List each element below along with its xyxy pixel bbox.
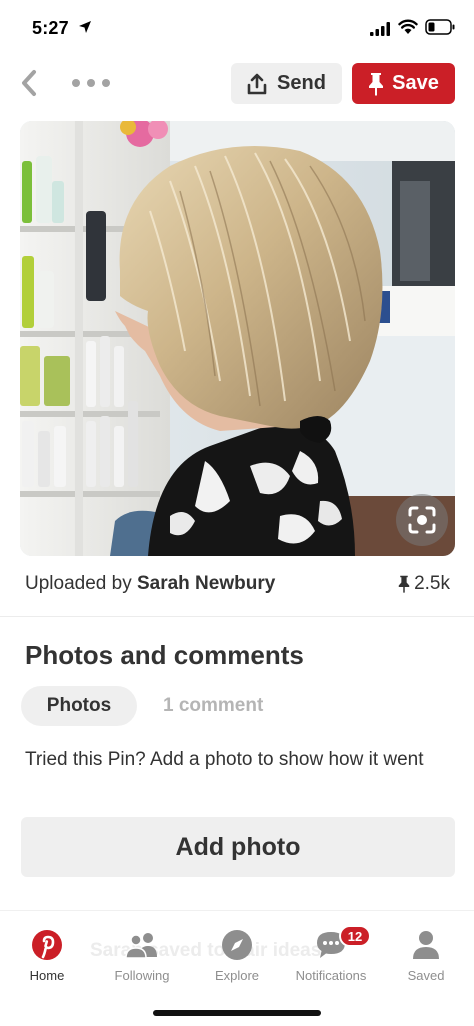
status-bar: 5:27 (0, 0, 474, 56)
status-time: 5:27 (32, 18, 69, 38)
nav-following[interactable]: Following (97, 928, 187, 983)
pin-photo-illustration (20, 121, 455, 556)
save-button[interactable]: Save (352, 63, 455, 104)
tab-photos[interactable]: Photos (21, 686, 137, 726)
more-options-button[interactable] (72, 74, 110, 92)
nav-saved[interactable]: Saved (381, 928, 471, 983)
save-count-value: 2.5k (414, 573, 450, 594)
people-icon (125, 928, 159, 962)
save-label: Save (392, 72, 439, 94)
section-title: Photos and comments (25, 640, 304, 670)
tab-comments[interactable]: 1 comment (163, 695, 263, 717)
visual-search-lens-button[interactable] (396, 494, 448, 546)
dot-icon (72, 79, 80, 87)
notifications-badge: 12 (339, 925, 371, 947)
nav-label-home: Home (29, 968, 65, 983)
pin-image[interactable] (20, 121, 455, 556)
nav-explore[interactable]: Explore (192, 928, 282, 983)
tried-pin-prompt: Tried this Pin? Add a photo to show how … (25, 749, 424, 770)
share-upload-icon (247, 73, 267, 94)
send-button[interactable]: Send (231, 63, 342, 104)
back-button[interactable] (14, 68, 44, 98)
visual-search-icon (408, 506, 436, 534)
chevron-left-icon (22, 70, 36, 96)
location-arrow-icon (79, 21, 91, 33)
pinterest-logo-icon (30, 928, 64, 962)
uploaded-by-text: Uploaded by Sarah Newbury (25, 573, 275, 595)
nav-label-following: Following (114, 968, 170, 983)
send-label: Send (277, 72, 326, 94)
compass-icon (220, 928, 254, 962)
nav-label-explore: Explore (214, 968, 260, 983)
battery-icon (425, 19, 455, 35)
nav-home[interactable]: Home (2, 928, 92, 983)
pushpin-icon (369, 72, 384, 96)
person-icon (409, 928, 443, 962)
nav-label-saved: Saved (407, 968, 445, 983)
home-indicator (153, 1010, 321, 1016)
dot-icon (87, 79, 95, 87)
dot-icon (102, 79, 110, 87)
uploader-name-link[interactable]: Sarah Newbury (137, 573, 275, 594)
cellular-signal-icon (370, 22, 390, 36)
nav-label-notifications: Notifications (295, 968, 367, 983)
uploaded-by-prefix: Uploaded by (25, 573, 137, 594)
wifi-icon (398, 19, 418, 34)
divider (0, 616, 474, 617)
save-count: 2.5k (398, 573, 450, 595)
pushpin-icon (398, 575, 410, 593)
add-photo-button[interactable]: Add photo (21, 817, 455, 877)
